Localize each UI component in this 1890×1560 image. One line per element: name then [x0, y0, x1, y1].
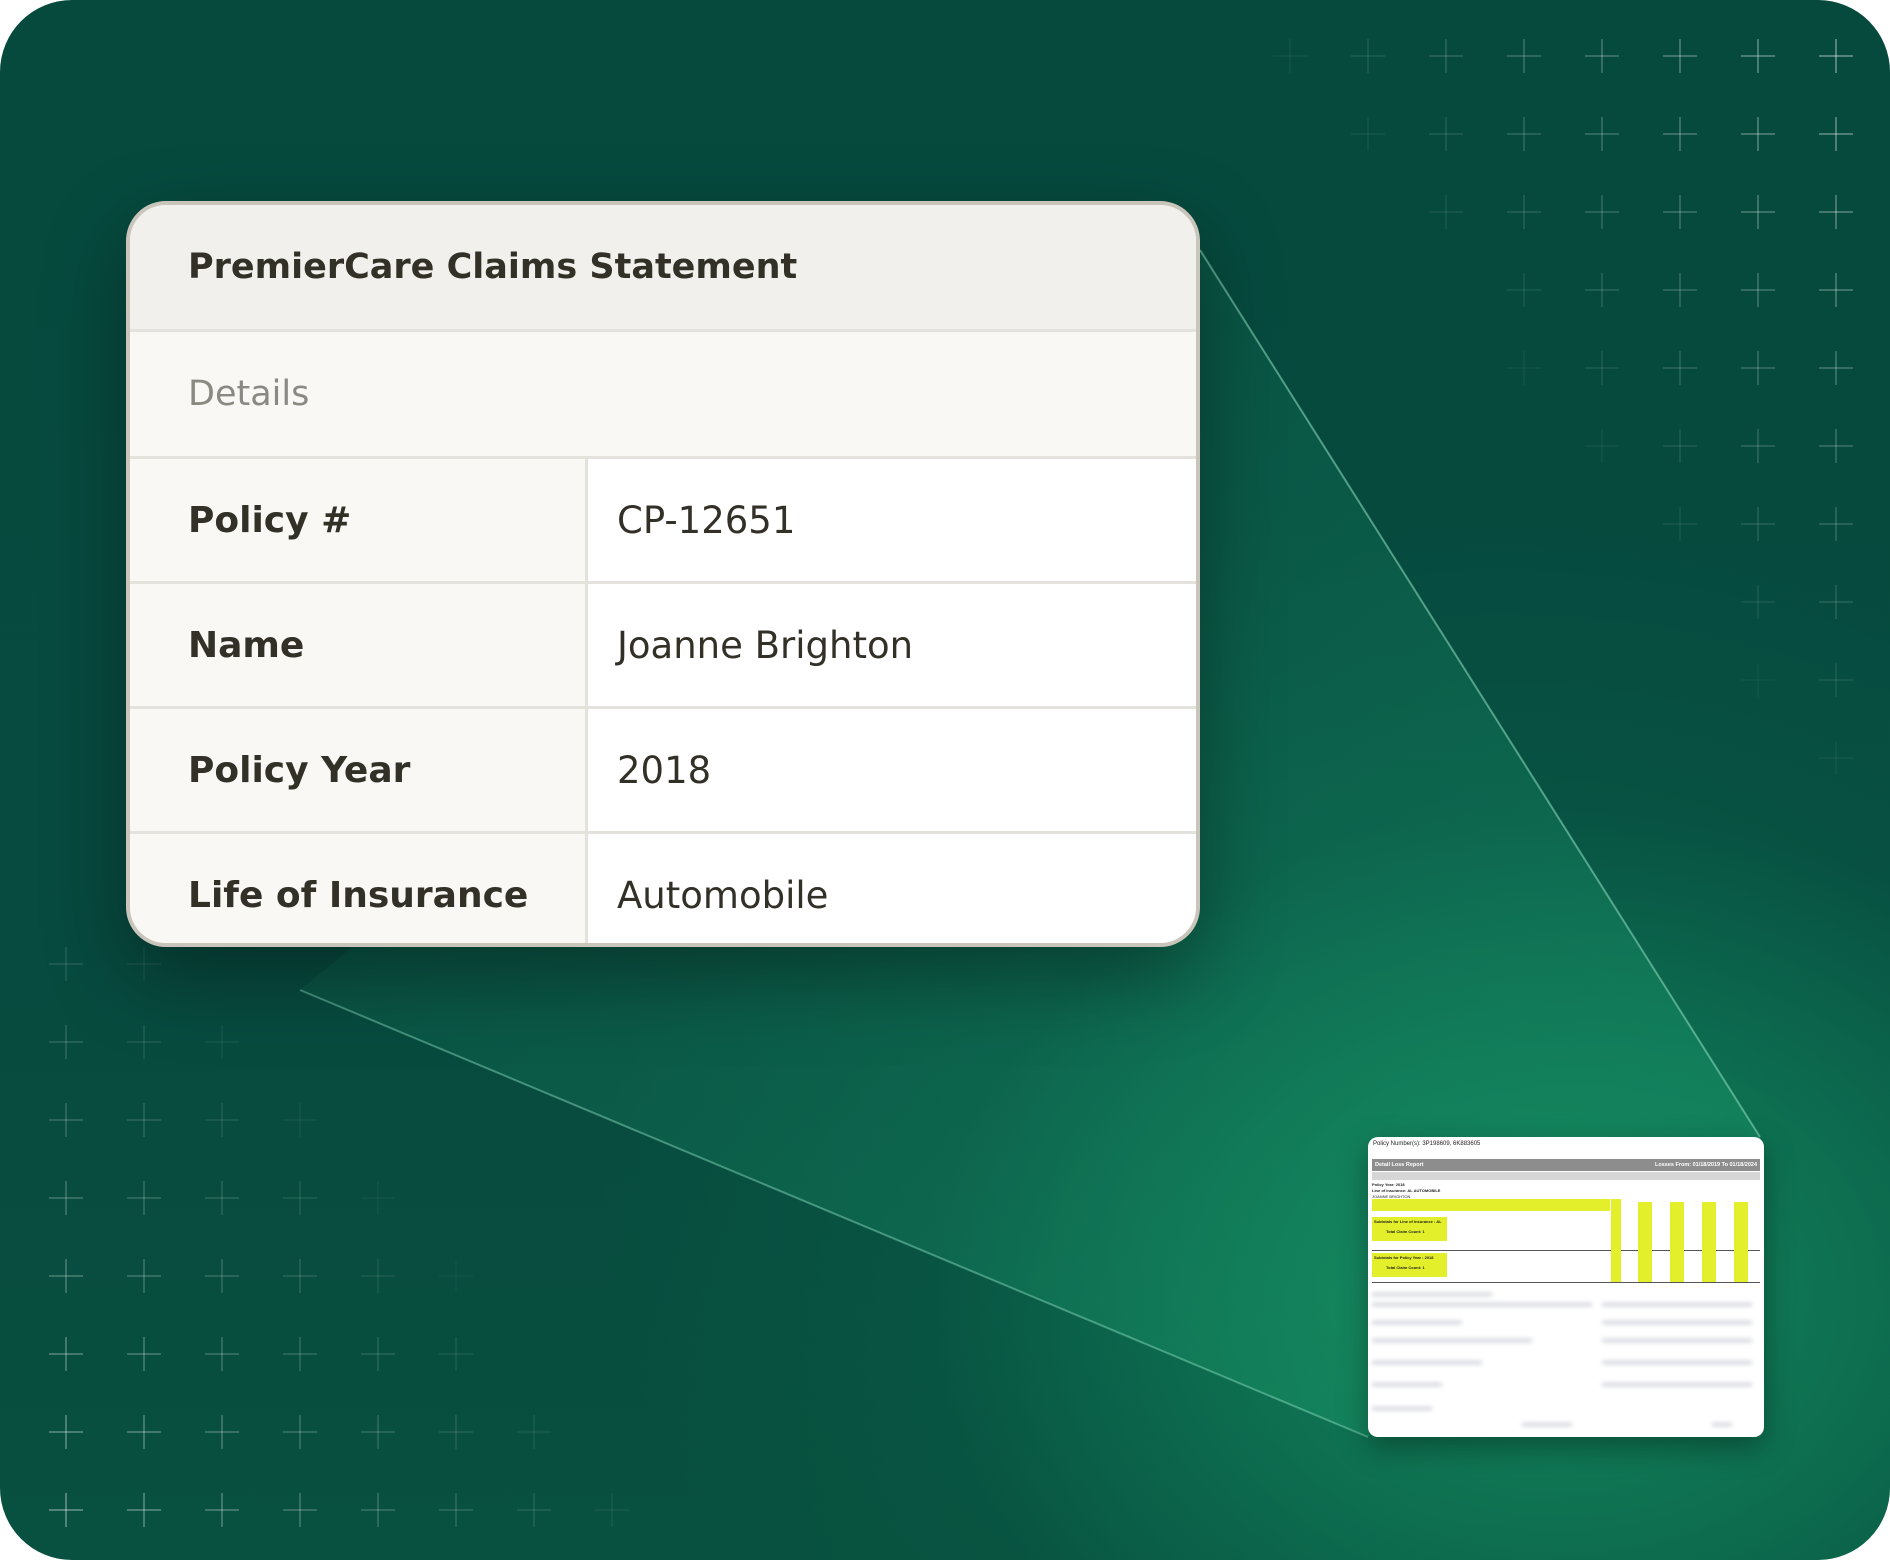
detail-row-policy-number: Policy # CP-12651	[130, 459, 1196, 584]
thumb-yellow-column	[1638, 1202, 1652, 1282]
thumb-highlight-description	[1372, 1199, 1610, 1211]
details-label: Details	[188, 374, 310, 414]
detail-value: 2018	[588, 709, 1196, 831]
detail-key: Life of Insurance	[130, 834, 588, 943]
thumb-line-of-insurance: Line of Insurance: AL AUTOMOBILE	[1372, 1188, 1441, 1193]
card-title: PremierCare Claims Statement	[188, 247, 798, 287]
loss-report-thumbnail: Policy Number(s): 3P198609, 6K883605 Det…	[1368, 1137, 1764, 1437]
thumb-losses-range: Losses From: 01/18/2019 To 01/18/2024	[1654, 1162, 1757, 1168]
thumb-yellow-column	[1670, 1202, 1684, 1282]
thumb-column-header	[1372, 1172, 1760, 1180]
thumb-yellow-column	[1611, 1202, 1621, 1282]
thumb-policy-numbers: Policy Number(s): 3P198609, 6K883605	[1373, 1141, 1481, 1147]
thumb-yellow-column	[1702, 1202, 1716, 1282]
detail-row-policy-year: Policy Year 2018	[130, 709, 1196, 834]
detail-key: Policy #	[130, 459, 588, 581]
thumb-subtotal-line: Subtotals for Line of Insurance : AL	[1374, 1219, 1442, 1224]
thumb-yellow-column	[1734, 1202, 1748, 1282]
detail-value: CP-12651	[588, 459, 1196, 581]
detail-key: Policy Year	[130, 709, 588, 831]
claims-statement-card: PremierCare Claims Statement Details Pol…	[126, 201, 1200, 947]
thumb-report-header: Detail Loss Report Losses From: 01/18/20…	[1372, 1159, 1760, 1171]
detail-key: Name	[130, 584, 588, 706]
detail-row-line-of-insurance: Life of Insurance Automobile	[130, 834, 1196, 943]
details-section-header: Details	[130, 332, 1196, 459]
thumb-policy-year: Policy Year: 2018	[1372, 1182, 1405, 1187]
detail-row-name: Name Joanne Brighton	[130, 584, 1196, 709]
thumb-blurred-content	[1372, 1287, 1760, 1435]
thumb-report-title: Detail Loss Report	[1375, 1162, 1424, 1168]
card-header: PremierCare Claims Statement	[130, 205, 1196, 332]
thumb-divider	[1372, 1282, 1760, 1283]
detail-value: Joanne Brighton	[588, 584, 1196, 706]
background-canvas: PremierCare Claims Statement Details Pol…	[0, 0, 1890, 1560]
thumb-claim-count-1: Total Claim Count: 1	[1386, 1229, 1425, 1234]
thumb-claim-count-2: Total Claim Count: 1	[1386, 1265, 1425, 1270]
thumb-subtotal-year: Subtotals for Policy Year : 2018	[1374, 1255, 1434, 1260]
detail-value: Automobile	[588, 834, 1196, 943]
